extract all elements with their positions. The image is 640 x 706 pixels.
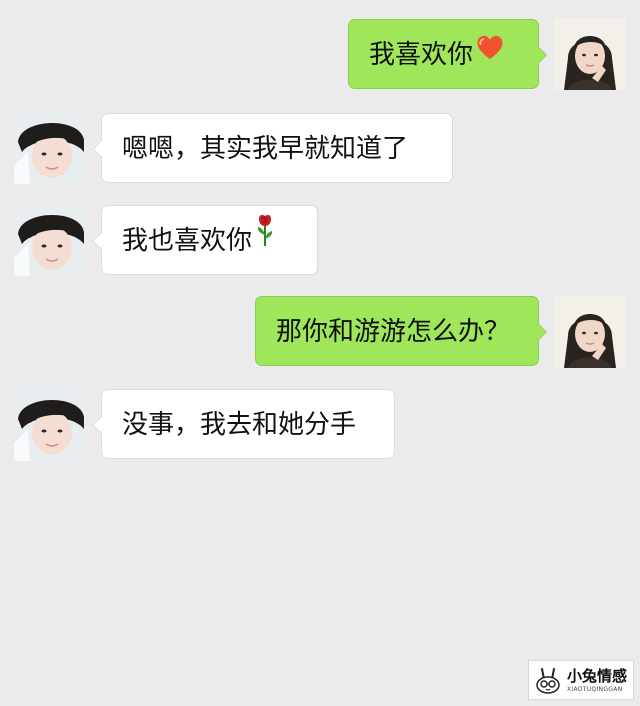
rabbit-logo-icon xyxy=(533,667,563,699)
my-avatar[interactable] xyxy=(554,18,626,90)
watermark-logo: 小兔情感 XIAOTUQINGGAN xyxy=(528,660,634,700)
my-avatar[interactable] xyxy=(554,296,626,368)
contact-avatar[interactable] xyxy=(14,112,86,184)
message-row-incoming: 嗯嗯，其实我早就知道了 xyxy=(0,111,640,185)
message-row-incoming: 没事，我去和她分手 xyxy=(0,388,640,462)
watermark-subtitle: XIAOTUQINGGAN xyxy=(567,686,623,693)
message-text: 嗯嗯，其实我早就知道了 xyxy=(122,134,409,164)
rose-icon xyxy=(254,204,276,274)
contact-avatar[interactable] xyxy=(14,204,86,276)
message-text: 那你和游游怎么办？ xyxy=(276,317,511,347)
incoming-message-bubble[interactable]: 嗯嗯，其实我早就知道了 xyxy=(93,113,453,183)
incoming-message-bubble[interactable]: 没事，我去和她分手 xyxy=(93,389,395,459)
watermark-title: 小兔情感 xyxy=(567,667,628,685)
message-text: 没事，我去和她分手 xyxy=(122,410,357,440)
contact-avatar[interactable] xyxy=(14,389,86,461)
message-text: 我喜欢你 xyxy=(369,40,474,70)
heart-icon xyxy=(475,18,505,88)
outgoing-message-bubble[interactable]: 我喜欢你 xyxy=(348,18,547,89)
outgoing-message-bubble[interactable]: 那你和游游怎么办？ xyxy=(255,296,547,366)
incoming-message-bubble[interactable]: 我也喜欢你 xyxy=(93,204,318,275)
message-text: 我也喜欢你 xyxy=(122,226,253,256)
chat-thread: 我喜欢你 嗯嗯，其实我早就知道了 我也喜欢你 那你和游游怎么办？ 没事，我去和她… xyxy=(0,0,640,706)
message-row-incoming: 我也喜欢你 xyxy=(0,204,640,278)
message-row-outgoing: 我喜欢你 xyxy=(0,18,640,92)
message-row-outgoing: 那你和游游怎么办？ xyxy=(0,296,640,370)
